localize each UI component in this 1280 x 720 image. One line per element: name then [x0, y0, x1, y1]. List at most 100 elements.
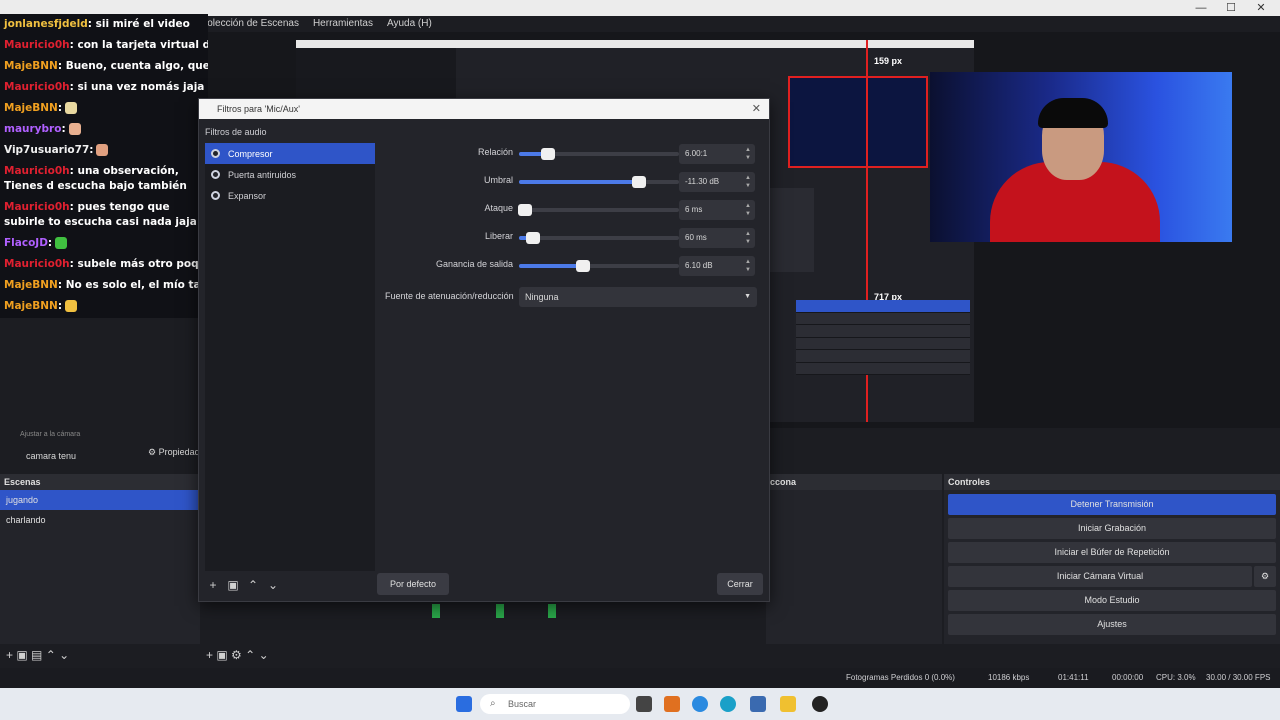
param-value: 6.00:1	[685, 149, 708, 158]
menu-item-help[interactable]: Ayuda (H)	[387, 16, 432, 32]
audio-mixer-panel: ccona	[766, 474, 942, 644]
slider-handle[interactable]	[526, 232, 541, 244]
spin-arrows-icon[interactable]: ▲ ▼	[745, 258, 751, 274]
chat-message: Mauricio0h: pues tengo que subirle to es…	[0, 197, 208, 233]
nested-control	[796, 312, 970, 325]
param-slider[interactable]	[519, 176, 679, 188]
obs-icon[interactable]	[812, 696, 828, 712]
eye-icon[interactable]	[211, 170, 220, 179]
eye-icon[interactable]	[211, 149, 220, 158]
add-icon[interactable]: +	[6, 648, 13, 662]
nested-control	[796, 325, 970, 338]
scene-item[interactable]: jugando	[0, 490, 200, 510]
chevron-down-icon: ▼	[744, 293, 751, 300]
store-icon[interactable]	[750, 696, 766, 712]
source-name-label: camara tenu	[26, 451, 77, 461]
windows-start-icon[interactable]	[456, 696, 472, 712]
menu-item-tools[interactable]: Herramientas	[313, 16, 373, 32]
chevron-up-icon[interactable]: ⌃	[46, 648, 56, 662]
selected-source-outline[interactable]	[788, 76, 928, 168]
source-toolbar: Ajustar a la cámara	[0, 428, 200, 442]
chat-text: : No es solo el, el mío tambié	[57, 279, 208, 291]
add-icon[interactable]: +	[205, 577, 221, 593]
param-slider[interactable]	[519, 260, 679, 272]
param-row: Ganancia de salida 6.10 dB ▲ ▼	[379, 255, 759, 277]
scenes-panel: Escenas jugando charlando	[0, 474, 200, 644]
nested-control	[796, 350, 970, 363]
maximize-icon[interactable]: ☐	[1216, 0, 1246, 16]
slider-handle[interactable]	[632, 176, 646, 188]
sidechain-value: Ninguna	[525, 292, 559, 302]
gear-icon[interactable]: ⚙	[231, 648, 242, 662]
studio-mode-button[interactable]: Modo Estudio	[948, 590, 1276, 611]
close-button[interactable]: Cerrar	[717, 573, 763, 595]
person-image	[1038, 98, 1108, 128]
eye-icon[interactable]	[211, 191, 220, 200]
spin-arrows-icon[interactable]: ▲ ▼	[745, 146, 751, 162]
trash-icon[interactable]: ▣	[16, 648, 27, 662]
chat-message: Mauricio0h: subele más otro poquito a	[0, 254, 208, 275]
param-spinbox[interactable]: 6.10 dB ▲ ▼	[679, 256, 755, 276]
edge-icon[interactable]	[720, 696, 736, 712]
param-value: 6 ms	[685, 205, 703, 214]
slider-handle[interactable]	[518, 204, 533, 216]
volume-meter	[432, 604, 440, 618]
stream-time: 01:41:11	[1058, 673, 1089, 682]
chat-username: MajeBNN	[4, 300, 58, 312]
filter-icon[interactable]: ▤	[31, 648, 42, 662]
filter-label: Puerta antiruidos	[228, 169, 297, 180]
virtual-camera-button[interactable]: Iniciar Cámara Virtual	[948, 566, 1252, 587]
status-bar: Fotogramas Perdidos 0 (0.0%) 10186 kbps …	[0, 668, 1280, 688]
chat-message: Mauricio0h: con la tarjeta virtual de m	[0, 35, 208, 56]
chrome-icon[interactable]	[692, 696, 708, 712]
menu-item-scene-collection[interactable]: Colección de Escenas	[200, 16, 299, 32]
param-slider[interactable]	[519, 148, 679, 160]
gear-icon[interactable]: ⚙	[1254, 566, 1276, 587]
chevron-up-icon[interactable]: ⌃	[245, 648, 255, 662]
dialog-title-bar: Filtros para 'Mic/Aux' ✕	[199, 99, 769, 119]
trash-icon[interactable]: ▣	[216, 648, 227, 662]
filter-item[interactable]: Expansor	[205, 185, 375, 206]
taskbar-search[interactable]: ⌕ Buscar	[480, 694, 630, 714]
param-spinbox[interactable]: -11.30 dB ▲ ▼	[679, 172, 755, 192]
slider-handle[interactable]	[576, 260, 590, 272]
close-icon[interactable]: ✕	[752, 99, 761, 119]
app-icon[interactable]	[664, 696, 680, 712]
stop-stream-button[interactable]: Detener Transmisión	[948, 494, 1276, 515]
param-slider[interactable]	[519, 232, 679, 244]
slider-fill	[519, 180, 639, 184]
close-icon[interactable]: ✕	[1246, 0, 1276, 16]
param-slider[interactable]	[518, 204, 679, 216]
chat-username: Mauricio0h	[4, 39, 70, 51]
param-row: Umbral -11.30 dB ▲ ▼	[379, 171, 759, 193]
chevron-up-icon[interactable]: ⌃	[245, 577, 261, 593]
chat-message: Mauricio0h: si una vez nomás jaja o ta	[0, 77, 208, 98]
task-view-icon[interactable]	[636, 696, 652, 712]
filter-item[interactable]: Compresor	[205, 143, 375, 164]
spin-arrows-icon[interactable]: ▲ ▼	[745, 202, 751, 218]
spin-arrows-icon[interactable]: ▲ ▼	[745, 230, 751, 246]
source-toolbar-label[interactable]: Ajustar a la cámara	[20, 431, 80, 438]
fps: 30.00 / 30.00 FPS	[1206, 673, 1271, 682]
start-recording-button[interactable]: Iniciar Grabación	[948, 518, 1276, 539]
sidechain-label: Fuente de atenuación/reducción	[385, 291, 514, 301]
replay-buffer-button[interactable]: Iniciar el Búfer de Repetición	[948, 542, 1276, 563]
filter-item[interactable]: Puerta antiruidos	[205, 164, 375, 185]
settings-button[interactable]: Ajustes	[948, 614, 1276, 635]
folder-icon[interactable]	[780, 696, 796, 712]
minimize-icon[interactable]: —	[1186, 0, 1216, 16]
param-spinbox[interactable]: 60 ms ▲ ▼	[679, 228, 755, 248]
trash-icon[interactable]: ▣	[225, 577, 241, 593]
slider-handle[interactable]	[540, 148, 555, 160]
sidechain-select[interactable]: Ninguna ▼	[519, 287, 757, 307]
add-icon[interactable]: +	[206, 648, 213, 662]
param-spinbox[interactable]: 6.00:1 ▲ ▼	[679, 144, 755, 164]
webcam-source[interactable]	[930, 72, 1232, 242]
param-spinbox[interactable]: 6 ms ▲ ▼	[679, 200, 755, 220]
spin-arrows-icon[interactable]: ▲ ▼	[745, 174, 751, 190]
chevron-down-icon[interactable]: ⌄	[265, 577, 281, 593]
chevron-down-icon[interactable]: ⌄	[59, 648, 69, 662]
chevron-down-icon[interactable]: ⌄	[259, 648, 269, 662]
defaults-button[interactable]: Por defecto	[377, 573, 449, 595]
scene-item[interactable]: charlando	[0, 510, 200, 530]
